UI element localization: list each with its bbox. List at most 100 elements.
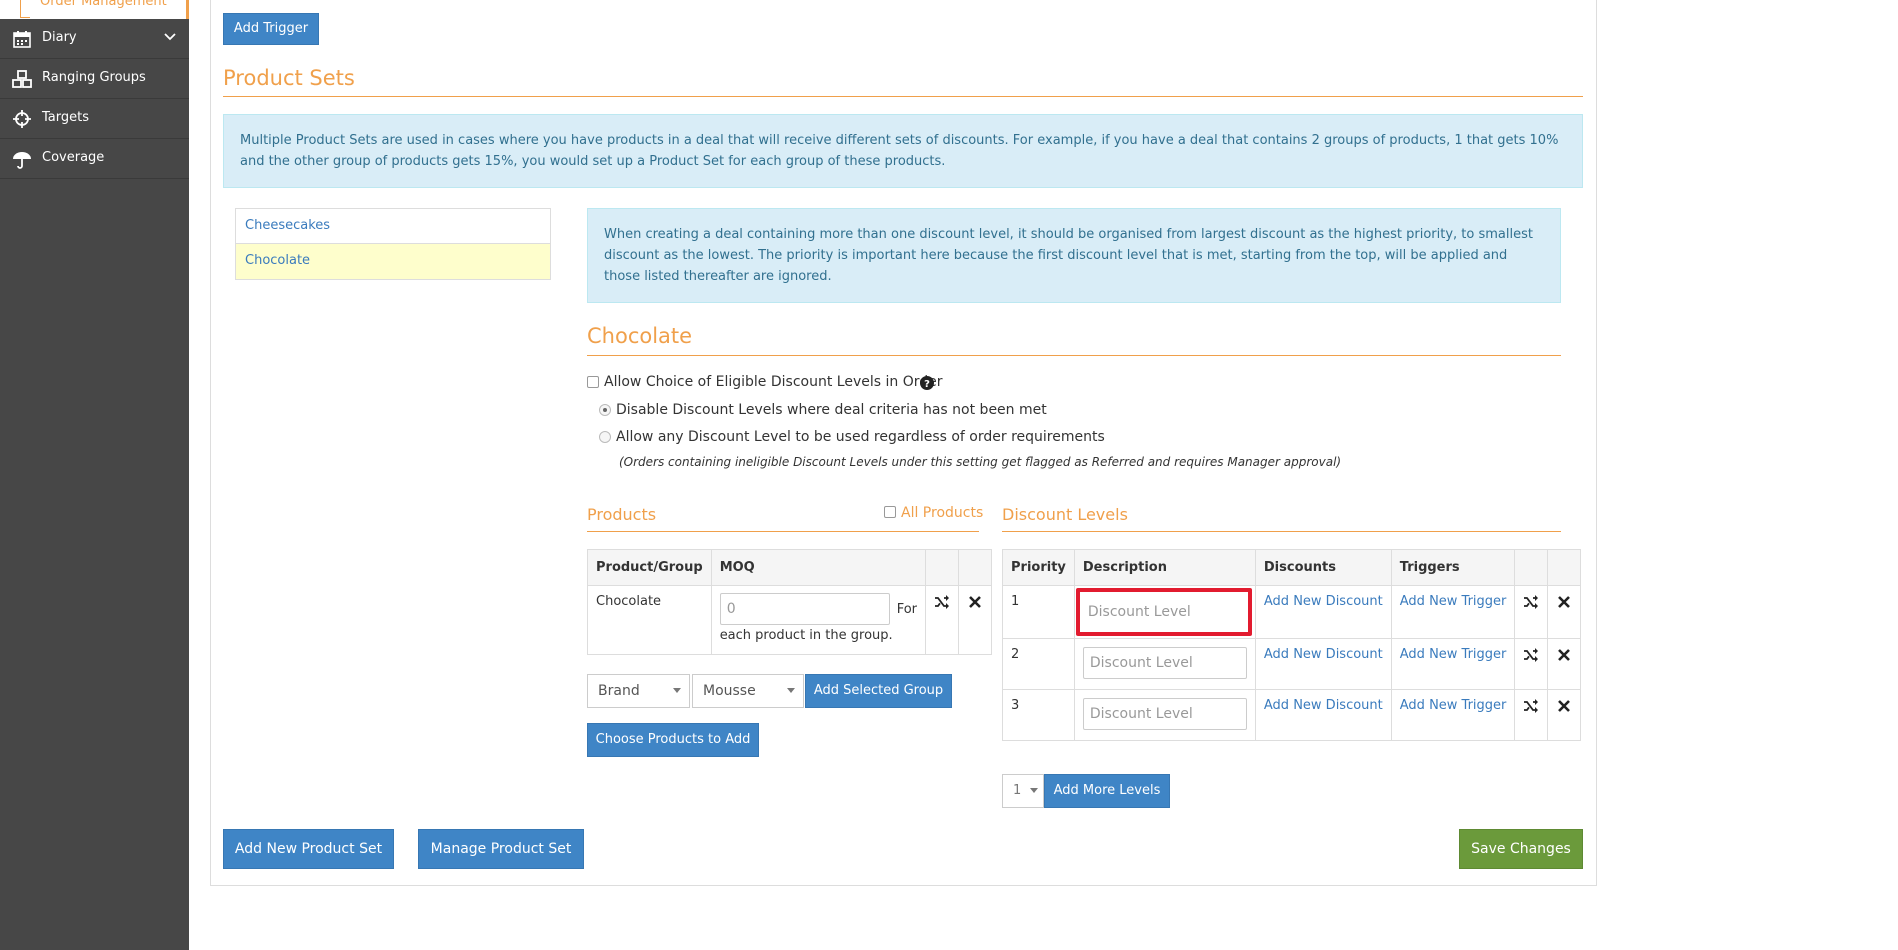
sidebar-item-label: Targets bbox=[42, 110, 89, 125]
allow-any-level-radio[interactable] bbox=[599, 431, 611, 443]
shuffle-icon[interactable] bbox=[1523, 647, 1539, 663]
crosshairs-icon bbox=[13, 110, 31, 128]
sidebar-item-order-management[interactable]: Order Management bbox=[0, 0, 189, 19]
priority-cell: 1 bbox=[1002, 585, 1075, 639]
group-select-value: Mousse bbox=[703, 683, 756, 699]
divider bbox=[587, 355, 1561, 356]
triggers-cell: Add New Trigger bbox=[1390, 638, 1516, 690]
discounts-cell: Add New Discount bbox=[1254, 585, 1392, 639]
product-set-title: Chocolate bbox=[587, 324, 693, 348]
add-new-trigger-link[interactable]: Add New Trigger bbox=[1400, 698, 1507, 713]
add-new-discount-link[interactable]: Add New Discount bbox=[1264, 594, 1383, 609]
discounts-cell: Add New Discount bbox=[1254, 638, 1392, 690]
reorder-cell bbox=[1514, 638, 1549, 690]
column-header: Triggers bbox=[1390, 549, 1516, 586]
add-trigger-button[interactable]: Add Trigger bbox=[223, 13, 319, 45]
priority-cell: 2 bbox=[1002, 638, 1075, 690]
sidebar-item-label: Coverage bbox=[42, 150, 105, 165]
tree-line bbox=[20, 17, 30, 18]
choose-products-button[interactable]: Choose Products to Add bbox=[587, 723, 759, 757]
level-count-select[interactable]: 1 bbox=[1002, 774, 1044, 808]
close-icon[interactable] bbox=[1556, 698, 1572, 714]
question-circle-icon[interactable]: ? bbox=[920, 376, 934, 390]
products-title: Products bbox=[587, 505, 657, 524]
reorder-cell bbox=[1514, 689, 1549, 741]
table-row: 1 Discount Level Add New Discount Add Ne… bbox=[1002, 585, 1582, 639]
close-icon[interactable] bbox=[1556, 594, 1572, 610]
cubes-icon bbox=[12, 70, 32, 88]
disable-levels-radio[interactable] bbox=[599, 404, 611, 416]
close-icon[interactable] bbox=[1556, 647, 1572, 663]
chevron-down-icon bbox=[164, 33, 176, 41]
add-new-product-set-button[interactable]: Add New Product Set bbox=[223, 829, 394, 869]
sidebar-item-diary[interactable]: Diary bbox=[0, 19, 189, 59]
remove-cell bbox=[958, 585, 992, 655]
column-header: Product/Group bbox=[587, 549, 712, 586]
product-set-item-cheesecakes[interactable]: Cheesecakes bbox=[236, 209, 550, 244]
umbrella-icon bbox=[13, 152, 31, 169]
add-selected-group-button[interactable]: Add Selected Group bbox=[805, 674, 952, 708]
add-new-discount-link[interactable]: Add New Discount bbox=[1264, 647, 1383, 662]
sidebar-item-targets[interactable]: Targets bbox=[0, 99, 189, 139]
description-input[interactable]: Discount Level bbox=[1082, 698, 1247, 730]
description-cell: Discount Level bbox=[1073, 585, 1256, 639]
products-table: Product/Group MOQ Chocolate 0 For each p… bbox=[587, 549, 992, 655]
moq-input[interactable]: 0 bbox=[719, 593, 890, 625]
all-products-checkbox[interactable] bbox=[884, 506, 896, 518]
column-header bbox=[1547, 549, 1582, 586]
table-row: Chocolate 0 For each product in the grou… bbox=[587, 585, 992, 655]
save-changes-button[interactable]: Save Changes bbox=[1459, 829, 1583, 869]
table-header-row: Priority Description Discounts Triggers bbox=[1002, 549, 1582, 586]
description-cell: Discount Level bbox=[1073, 689, 1256, 741]
shuffle-icon[interactable] bbox=[1523, 594, 1539, 610]
allow-choice-checkbox[interactable] bbox=[587, 376, 599, 388]
triggers-cell: Add New Trigger bbox=[1390, 689, 1516, 741]
sidebar-item-ranging-groups[interactable]: Ranging Groups bbox=[0, 59, 189, 99]
reorder-cell bbox=[1514, 585, 1549, 639]
group-select[interactable]: Mousse bbox=[692, 674, 804, 708]
level-count-value: 1 bbox=[1013, 783, 1022, 798]
column-header bbox=[958, 549, 992, 586]
add-new-discount-link[interactable]: Add New Discount bbox=[1264, 698, 1383, 713]
remove-cell bbox=[1547, 638, 1582, 690]
remove-cell bbox=[1547, 689, 1582, 741]
description-input[interactable]: Discount Level bbox=[1075, 588, 1252, 636]
description-input[interactable]: Discount Level bbox=[1082, 647, 1247, 679]
caret-down-icon bbox=[673, 688, 681, 693]
manage-product-set-button[interactable]: Manage Product Set bbox=[418, 829, 584, 869]
column-header bbox=[1514, 549, 1549, 586]
remove-cell bbox=[1547, 585, 1582, 639]
add-new-trigger-link[interactable]: Add New Trigger bbox=[1400, 647, 1507, 662]
sidebar: Order Management Diary Ranging Groups Ta… bbox=[0, 0, 189, 950]
product-sets-title: Product Sets bbox=[223, 66, 355, 90]
discount-levels-table: Priority Description Discounts Triggers … bbox=[1002, 549, 1582, 741]
sidebar-item-label: Diary bbox=[42, 30, 77, 45]
sidebar-item-label: Order Management bbox=[40, 0, 167, 9]
product-set-item-chocolate[interactable]: Chocolate bbox=[236, 244, 550, 279]
divider bbox=[587, 531, 979, 532]
discount-levels-title: Discount Levels bbox=[1002, 505, 1128, 524]
brand-select[interactable]: Brand bbox=[587, 674, 690, 708]
discounts-cell: Add New Discount bbox=[1254, 689, 1392, 741]
sidebar-item-coverage[interactable]: Coverage bbox=[0, 139, 189, 179]
calendar-icon bbox=[13, 31, 31, 48]
moq-note: each product in the group. bbox=[719, 628, 893, 643]
add-new-trigger-link[interactable]: Add New Trigger bbox=[1400, 594, 1507, 609]
add-more-levels-button[interactable]: Add More Levels bbox=[1044, 774, 1170, 808]
divider bbox=[223, 96, 1583, 97]
shuffle-icon[interactable] bbox=[934, 594, 950, 610]
sidebar-item-label: Ranging Groups bbox=[42, 70, 146, 85]
brand-select-value: Brand bbox=[598, 683, 640, 699]
moq-cell: 0 For each product in the group. bbox=[710, 585, 927, 655]
shuffle-icon[interactable] bbox=[1523, 698, 1539, 714]
description-cell: Discount Level bbox=[1073, 638, 1256, 690]
allow-choice-label: Allow Choice of Eligible Discount Levels… bbox=[604, 374, 943, 390]
svg-text:?: ? bbox=[924, 379, 930, 390]
priority-info: When creating a deal containing more tha… bbox=[587, 208, 1561, 303]
product-set-list: Cheesecakes Chocolate bbox=[235, 208, 551, 280]
tree-line bbox=[20, 0, 21, 18]
triggers-cell: Add New Trigger bbox=[1390, 585, 1516, 639]
all-products-label: All Products bbox=[901, 505, 984, 521]
close-icon[interactable] bbox=[967, 594, 983, 610]
table-row: 2 Discount Level Add New Discount Add Ne… bbox=[1002, 638, 1582, 690]
